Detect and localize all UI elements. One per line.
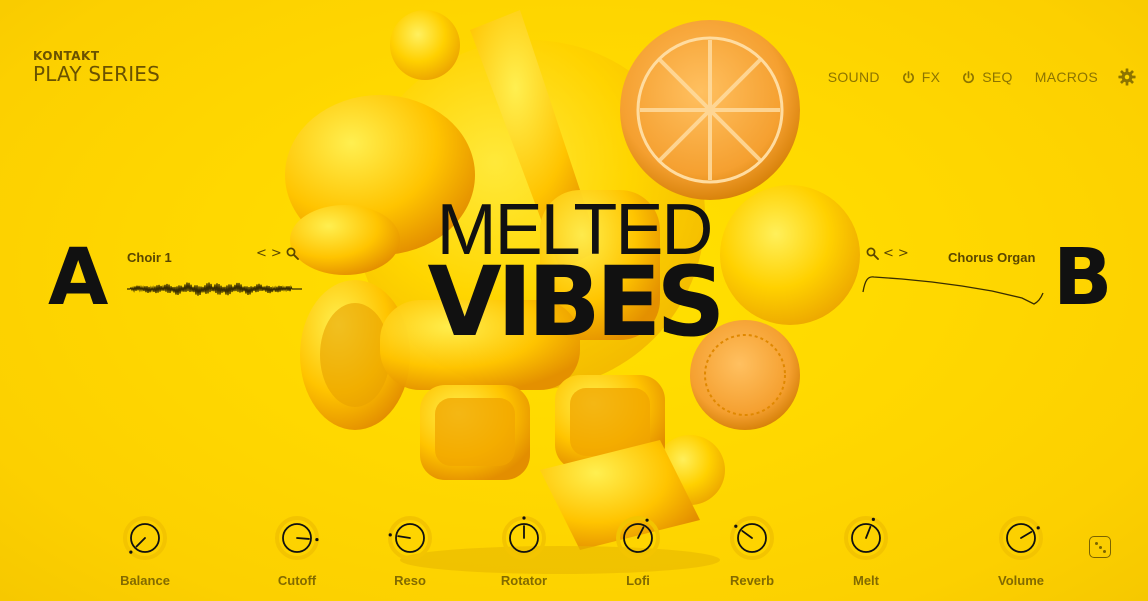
brand-top: KONTAKT	[33, 49, 100, 63]
knob-dial[interactable]	[615, 515, 661, 561]
nav-fx[interactable]: FX	[902, 69, 941, 85]
search-icon[interactable]	[866, 247, 879, 260]
knob-label: Reverb	[729, 573, 775, 588]
nav-sound-label: SOUND	[827, 69, 880, 85]
knob-value-dot	[388, 533, 392, 537]
slot-b-waveform	[862, 276, 1044, 305]
instrument-window: KONTAKT PLAY SERIES SOUND FX SEQ MACROS	[0, 0, 1148, 601]
knob-label: Cutoff	[277, 573, 317, 588]
knob-pointer	[865, 525, 872, 539]
knob-pointer	[397, 535, 411, 539]
power-icon[interactable]	[902, 70, 915, 84]
knob-dial[interactable]	[274, 515, 320, 561]
knob-lofi[interactable]: Lofi	[603, 515, 673, 588]
knob-label: Volume	[998, 573, 1044, 588]
knob-cutoff[interactable]: Cutoff	[262, 515, 332, 588]
knob-dial[interactable]	[998, 515, 1044, 561]
top-navigation: SOUND FX SEQ MACROS	[828, 68, 1136, 86]
gear-icon[interactable]	[1118, 68, 1136, 86]
power-icon[interactable]	[962, 70, 975, 84]
knob-value-dot	[522, 516, 526, 520]
knob-melt[interactable]: Melt	[831, 515, 901, 588]
nav-macros-label: MACROS	[1034, 69, 1098, 85]
slot-b-tools: < >	[866, 246, 909, 261]
knob-label: Balance	[120, 573, 170, 588]
brand-bottom: PLAY SERIES	[33, 62, 161, 86]
knob-pointer	[637, 526, 645, 539]
slot-a-next[interactable]: >	[271, 246, 282, 261]
slot-a-waveform	[127, 282, 302, 296]
knob-dial[interactable]	[843, 515, 889, 561]
slot-a-letter: A	[48, 233, 109, 323]
knob-pointer	[1020, 530, 1033, 539]
knob-dial[interactable]	[122, 515, 168, 561]
slot-b-next[interactable]: >	[898, 246, 909, 261]
knob-pointer	[741, 530, 753, 539]
knob-label: Rotator	[500, 573, 548, 588]
knob-pointer	[135, 537, 146, 548]
knob-volume[interactable]: Volume	[986, 515, 1056, 588]
slot-b-prev[interactable]: <	[883, 246, 894, 261]
nav-sound[interactable]: SOUND	[828, 69, 880, 85]
knob-dial[interactable]	[729, 515, 775, 561]
knob-value-dot	[734, 524, 738, 528]
nav-fx-label: FX	[921, 69, 941, 85]
knob-reverb[interactable]: Reverb	[717, 515, 787, 588]
knob-rotator[interactable]: Rotator	[489, 515, 559, 588]
knob-value-dot	[871, 517, 875, 522]
knob-value-dot	[315, 537, 319, 542]
nav-macros[interactable]: MACROS	[1035, 69, 1098, 85]
knob-dial[interactable]	[501, 515, 547, 561]
search-icon[interactable]	[286, 247, 299, 260]
knob-label: Lofi	[626, 573, 650, 588]
slot-a-tools: < >	[256, 246, 299, 261]
brand-logo: KONTAKT PLAY SERIES	[33, 50, 160, 86]
knob-value-dot	[1036, 526, 1040, 530]
knob-label: Reso	[394, 573, 426, 588]
knob-dial[interactable]	[387, 515, 433, 561]
slot-b-letter: B	[1053, 233, 1113, 323]
knob-value-dot	[645, 518, 649, 522]
knob-reso[interactable]: Reso	[375, 515, 445, 588]
slot-a-name[interactable]: Choir 1	[127, 250, 172, 265]
knob-pointer	[296, 537, 310, 540]
knob-value-dot	[129, 550, 133, 554]
dice-icon[interactable]	[1089, 536, 1111, 558]
slot-a-prev[interactable]: <	[256, 246, 267, 261]
knob-balance[interactable]: Balance	[110, 515, 180, 588]
nav-seq-label: SEQ	[982, 69, 1013, 85]
nav-seq[interactable]: SEQ	[962, 69, 1012, 85]
knob-label: Melt	[853, 573, 879, 588]
